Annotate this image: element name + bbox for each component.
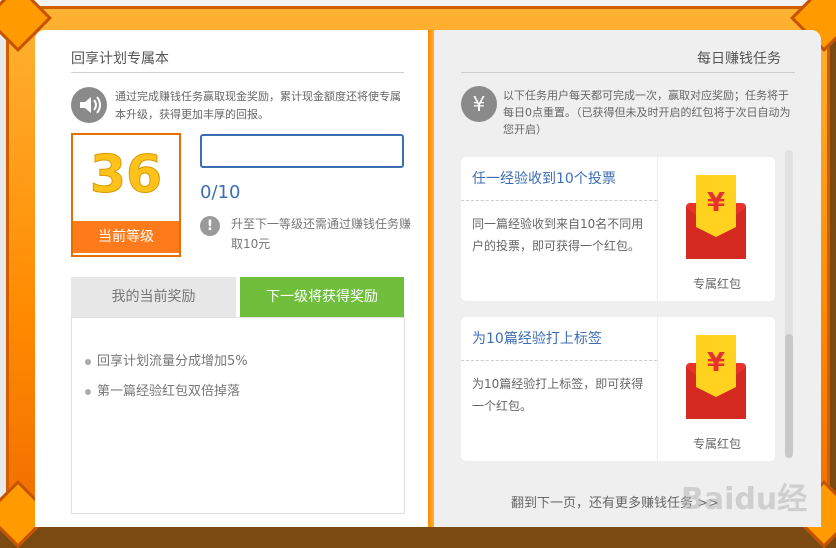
svg-text:¥: ¥ <box>707 188 725 218</box>
rewards-list <box>71 317 405 514</box>
svg-text:¥: ¥ <box>707 348 725 378</box>
reward-label: 专属红包 <box>692 277 741 291</box>
right-panel-title: 每日赚钱任务 <box>697 51 781 67</box>
info-icon: ! <box>200 216 220 236</box>
dashed-divider <box>461 200 657 201</box>
next-level-note: 升至下一等级还需通过赚钱任务赚取10元 <box>231 217 412 251</box>
task-description: 同一篇经验收到来自10名不同用户的投票，即可获得一个红包。 <box>472 217 644 253</box>
progress-value: 0/10 <box>200 182 241 203</box>
task-reward: ¥ 专属红包 <box>657 157 776 301</box>
speaker-icon <box>71 87 107 123</box>
yen-icon: ¥ <box>461 86 497 122</box>
task-card[interactable]: 任一经验收到10个投票 同一篇经验收到来自10名不同用户的投票，即可获得一个红包… <box>461 157 775 301</box>
task-card[interactable]: 为10篇经验打上标签 为10篇经验打上标签，即可获得一个红包。 ¥ 专属红包 <box>461 317 775 461</box>
level-number: 36 <box>89 145 163 206</box>
reward-text: 第一篇经验红包双倍掉落 <box>97 384 241 399</box>
tab-current-rewards[interactable]: 我的当前奖励 <box>71 277 236 317</box>
red-envelope-icon: ¥ <box>686 335 746 419</box>
level-label: 当前等级 <box>73 221 179 253</box>
tasks-description: 以下任务用户每天都可完成一次，赢取对应奖励；任务将于每日0点重置。（已获得但未及… <box>503 89 791 136</box>
panel-divider <box>428 30 434 527</box>
list-item: 第一篇经验红包双倍掉落 <box>85 380 240 399</box>
scrollbar-thumb[interactable] <box>785 334 793 458</box>
reward-label: 专属红包 <box>692 437 741 451</box>
popup-content: 回享计划专属本 通过完成赚钱任务赢取现金奖励，累计现金额度还将使专属本升级，获得… <box>35 30 821 527</box>
left-panel: 回享计划专属本 通过完成赚钱任务赢取现金奖励，累计现金额度还将使专属本升级，获得… <box>35 30 428 527</box>
list-item: 回享计划流量分成增加5% <box>85 350 248 369</box>
dashed-divider <box>461 360 657 361</box>
level-progress-bar <box>200 134 404 168</box>
title-divider <box>71 72 404 73</box>
bullet-icon <box>85 358 91 365</box>
task-title[interactable]: 任一经验收到10个投票 <box>472 168 616 188</box>
scrollbar[interactable] <box>785 150 793 458</box>
watermark: Baidu经验 <box>681 482 808 527</box>
title-divider <box>461 72 795 73</box>
red-envelope-icon: ¥ <box>686 175 746 259</box>
tab-next-level-rewards[interactable]: 下一级将获得奖励 <box>240 277 404 317</box>
task-description: 为10篇经验打上标签，即可获得一个红包。 <box>472 377 644 413</box>
reward-text: 回享计划流量分成增加5% <box>97 354 248 369</box>
plan-description: 通过完成赚钱任务赢取现金奖励，累计现金额度还将使专属本升级，获得更加丰厚的回报。 <box>115 90 401 121</box>
left-panel-title: 回享计划专属本 <box>71 51 169 67</box>
level-badge: 36 当前等级 <box>71 133 181 257</box>
bullet-icon <box>85 388 91 395</box>
task-reward: ¥ 专属红包 <box>657 317 776 461</box>
task-title[interactable]: 为10篇经验打上标签 <box>472 328 602 348</box>
